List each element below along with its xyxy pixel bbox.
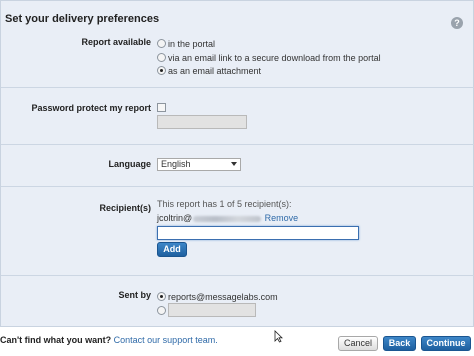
radio-sent-by-custom[interactable]: [157, 306, 166, 315]
radio-email-attachment[interactable]: [157, 66, 166, 75]
recipient-input[interactable]: [157, 226, 359, 240]
sent-by-label: Sent by: [118, 290, 151, 300]
password-protect-label: Password protect my report: [31, 103, 151, 113]
radio-in-portal[interactable]: [157, 39, 166, 48]
sent-by-custom-field[interactable]: [168, 303, 256, 317]
radio-email-link-label: via an email link to a secure download f…: [168, 53, 381, 63]
footer-help: Can't find what you want? Contact our su…: [0, 335, 218, 345]
chevron-down-icon: [231, 162, 237, 166]
radio-email-link[interactable]: [157, 53, 166, 62]
remove-recipient-link[interactable]: Remove: [265, 213, 299, 223]
radio-email-attachment-label: as an email attachment: [168, 66, 262, 76]
radio-sent-by-default[interactable]: [157, 292, 166, 301]
recipients-summary: This report has 1 of 5 recipient(s):: [157, 199, 292, 209]
language-label: Language: [108, 159, 151, 169]
language-select[interactable]: English: [157, 158, 241, 171]
back-button[interactable]: Back: [383, 336, 416, 351]
panel-title: Set your delivery preferences: [5, 13, 160, 25]
footer-question: Can't find what you want?: [0, 335, 112, 345]
sent-by-default-label: reports@messagelabs.com: [168, 292, 278, 302]
password-field[interactable]: [157, 115, 247, 129]
password-protect-checkbox[interactable]: [157, 103, 166, 112]
section-divider: [1, 144, 474, 145]
section-divider: [1, 186, 474, 187]
radio-in-portal-label: in the portal: [168, 39, 216, 49]
redacted-text: [193, 215, 262, 222]
continue-button[interactable]: Continue: [421, 336, 471, 351]
cancel-button[interactable]: Cancel: [338, 336, 378, 351]
section-divider: [1, 87, 474, 88]
delivery-preferences-panel: Set your delivery preferences ? Report a…: [0, 0, 474, 327]
question-icon[interactable]: ?: [451, 17, 463, 29]
contact-support-link[interactable]: Contact our support team.: [114, 335, 218, 345]
recipients-label: Recipient(s): [99, 203, 151, 213]
language-select-value: English: [161, 159, 191, 169]
add-recipient-button[interactable]: Add: [157, 242, 187, 257]
report-available-label: Report available: [81, 37, 151, 47]
recipient-email: jcoltrin@: [157, 213, 193, 223]
section-divider: [1, 275, 474, 276]
recipient-entry: jcoltrin@ Remove: [157, 213, 298, 223]
